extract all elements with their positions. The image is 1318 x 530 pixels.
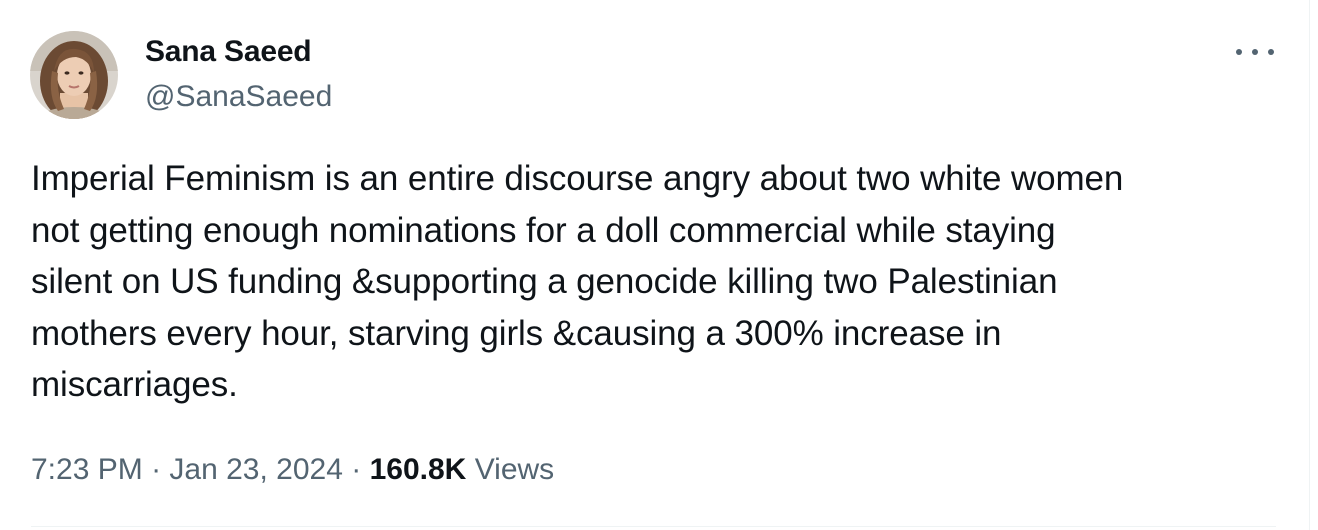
- author-handle[interactable]: @SanaSaeed: [145, 78, 332, 116]
- more-horizontal-icon-dot: [1268, 49, 1274, 55]
- more-options-button[interactable]: [1236, 42, 1274, 62]
- tweet-text-line: Imperial Feminism is an entire discourse…: [31, 159, 1124, 198]
- tweet-text-line: miscarriages.: [31, 365, 238, 404]
- avatar-image: [30, 31, 118, 119]
- avatar[interactable]: [30, 31, 118, 119]
- meta-separator: ·: [151, 453, 162, 486]
- views-count: 160.8K: [369, 453, 467, 486]
- column-border: [1309, 0, 1310, 530]
- tweet-text-line: silent on US funding &supporting a genoc…: [31, 262, 1058, 301]
- meta-separator: ·: [351, 453, 362, 486]
- tweet-time[interactable]: 7:23 PM: [31, 453, 143, 486]
- tweet-metadata: 7:23 PM · Jan 23, 2024 · 160.8K Views: [31, 450, 554, 490]
- tweet-text: Imperial Feminism is an entire discourse…: [31, 153, 1281, 411]
- author-display-name[interactable]: Sana Saeed: [145, 33, 312, 71]
- views-label: Views: [474, 453, 555, 486]
- more-horizontal-icon-dot: [1252, 49, 1258, 55]
- more-horizontal-icon: [1236, 49, 1242, 55]
- divider: [31, 526, 1276, 527]
- tweet-card: Sana Saeed @SanaSaeed Imperial Feminism …: [0, 0, 1318, 530]
- tweet-text-line: not getting enough nominations for a dol…: [31, 210, 1056, 250]
- tweet-text-line: mothers every hour, starving girls &caus…: [31, 313, 1002, 353]
- tweet-date[interactable]: Jan 23, 2024: [169, 453, 342, 486]
